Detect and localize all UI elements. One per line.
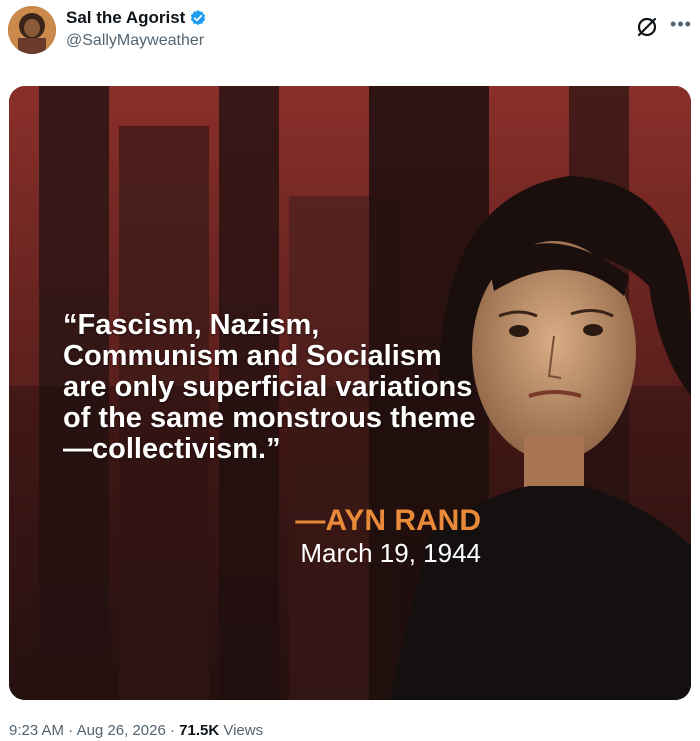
display-name[interactable]: Sal the Agorist (66, 8, 185, 28)
verified-badge-icon (189, 9, 207, 27)
grok-icon[interactable] (634, 14, 660, 40)
quote-attribution: —AYN RAND (295, 504, 481, 537)
meta-separator: · (169, 722, 175, 739)
quote-date: March 19, 1944 (300, 538, 481, 568)
user-handle[interactable]: @SallyMayweather (66, 32, 207, 50)
tweet-header: Sal the Agorist @SallyMayweather ••• (0, 0, 700, 80)
tweet-time[interactable]: 9:23 AM (9, 722, 64, 739)
quote-text: “Fascism, Nazism, Communism and Socialis… (63, 309, 476, 465)
meta-separator: · (68, 722, 74, 739)
avatar[interactable] (8, 6, 56, 54)
more-icon[interactable]: ••• (668, 14, 694, 40)
tweet-image[interactable]: “Fascism, Nazism, Communism and Socialis… (9, 86, 691, 700)
author-info: Sal the Agorist @SallyMayweather (66, 8, 207, 50)
views-label: Views (223, 722, 264, 739)
tweet-date[interactable]: Aug 26, 2026 (77, 722, 166, 739)
tweet-meta: 9:23 AM · Aug 26, 2026 · 71.5K Views (9, 722, 263, 739)
views-count[interactable]: 71.5K (179, 722, 219, 739)
